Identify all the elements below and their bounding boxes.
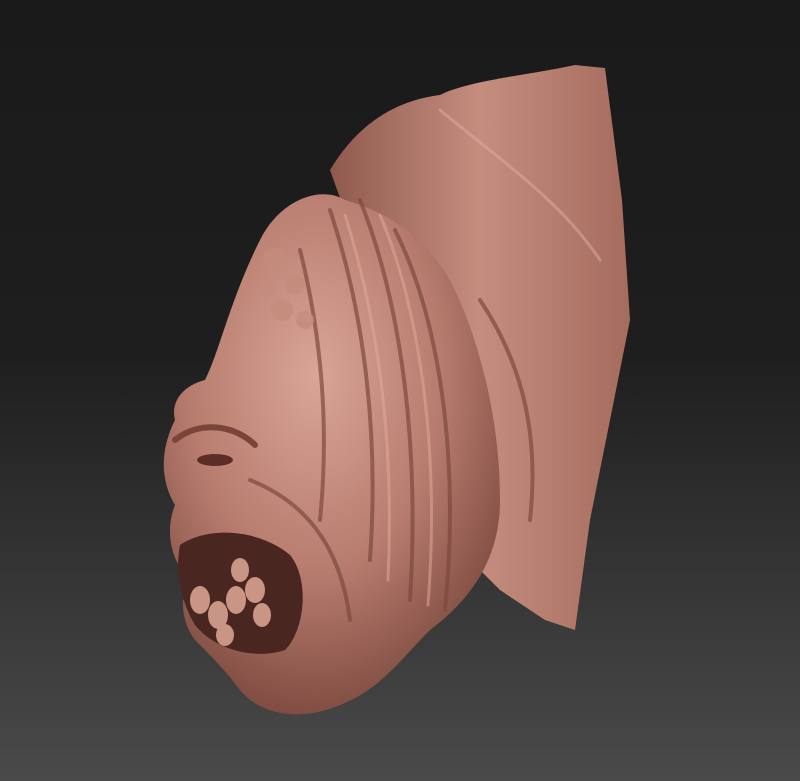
sculpt-render [163, 65, 630, 715]
eye [197, 454, 233, 466]
render-viewport [0, 0, 800, 781]
